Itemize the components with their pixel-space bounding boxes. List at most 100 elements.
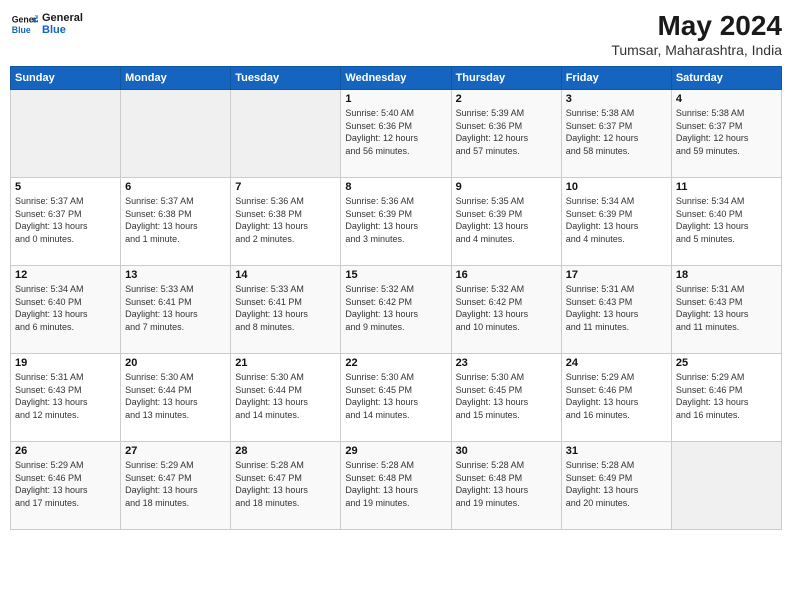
calendar-cell: 7Sunrise: 5:36 AMSunset: 6:38 PMDaylight… [231, 178, 341, 266]
weekday-header: Friday [561, 67, 671, 90]
day-info: and 57 minutes. [456, 145, 557, 158]
day-number: 16 [456, 269, 557, 281]
day-info: and 59 minutes. [676, 145, 777, 158]
day-info: Sunset: 6:39 PM [456, 208, 557, 221]
day-info: Daylight: 13 hours [566, 396, 667, 409]
day-info: Daylight: 13 hours [456, 308, 557, 321]
day-info: Daylight: 13 hours [566, 220, 667, 233]
day-info: and 11 minutes. [676, 321, 777, 334]
day-number: 8 [345, 181, 446, 193]
day-info: Sunrise: 5:33 AM [125, 283, 226, 296]
day-info: Sunrise: 5:34 AM [15, 283, 116, 296]
day-number: 3 [566, 93, 667, 105]
day-number: 28 [235, 445, 336, 457]
day-info: Sunrise: 5:30 AM [345, 371, 446, 384]
day-info: and 18 minutes. [235, 497, 336, 510]
day-info: Daylight: 13 hours [676, 396, 777, 409]
day-info: and 19 minutes. [456, 497, 557, 510]
day-info: Sunrise: 5:28 AM [456, 459, 557, 472]
day-info: Sunset: 6:47 PM [235, 472, 336, 485]
day-info: Daylight: 12 hours [566, 132, 667, 145]
day-info: Daylight: 13 hours [235, 396, 336, 409]
day-info: and 10 minutes. [456, 321, 557, 334]
day-number: 14 [235, 269, 336, 281]
day-info: Sunrise: 5:36 AM [345, 195, 446, 208]
calendar-week: 5Sunrise: 5:37 AMSunset: 6:37 PMDaylight… [11, 178, 782, 266]
day-info: and 18 minutes. [125, 497, 226, 510]
day-info: and 12 minutes. [15, 409, 116, 422]
day-info: Daylight: 12 hours [456, 132, 557, 145]
day-info: Daylight: 13 hours [345, 396, 446, 409]
day-number: 30 [456, 445, 557, 457]
day-info: Sunrise: 5:28 AM [235, 459, 336, 472]
day-info: Sunset: 6:43 PM [15, 384, 116, 397]
weekday-header: Saturday [671, 67, 781, 90]
day-info: Sunset: 6:36 PM [345, 120, 446, 133]
day-info: Sunrise: 5:29 AM [566, 371, 667, 384]
day-number: 21 [235, 357, 336, 369]
day-info: and 56 minutes. [345, 145, 446, 158]
day-info: and 14 minutes. [235, 409, 336, 422]
day-info: Daylight: 13 hours [15, 396, 116, 409]
calendar-cell: 16Sunrise: 5:32 AMSunset: 6:42 PMDayligh… [451, 266, 561, 354]
day-number: 10 [566, 181, 667, 193]
day-info: Sunset: 6:44 PM [235, 384, 336, 397]
weekday-header: Monday [121, 67, 231, 90]
day-info: Daylight: 13 hours [345, 308, 446, 321]
day-info: Sunrise: 5:35 AM [456, 195, 557, 208]
day-info: Daylight: 13 hours [676, 308, 777, 321]
day-info: Sunset: 6:39 PM [345, 208, 446, 221]
day-info: and 16 minutes. [676, 409, 777, 422]
day-info: Sunrise: 5:30 AM [125, 371, 226, 384]
day-number: 2 [456, 93, 557, 105]
day-info: and 6 minutes. [15, 321, 116, 334]
calendar-cell [121, 90, 231, 178]
calendar-cell: 10Sunrise: 5:34 AMSunset: 6:39 PMDayligh… [561, 178, 671, 266]
day-info: Sunrise: 5:32 AM [456, 283, 557, 296]
day-number: 19 [15, 357, 116, 369]
day-info: Sunrise: 5:29 AM [676, 371, 777, 384]
page-container: General Blue General Blue May 2024 Tumsa… [0, 0, 792, 612]
weekday-header: Sunday [11, 67, 121, 90]
day-info: Sunset: 6:41 PM [235, 296, 336, 309]
weekday-header: Wednesday [341, 67, 451, 90]
day-number: 11 [676, 181, 777, 193]
day-info: Daylight: 12 hours [345, 132, 446, 145]
day-number: 29 [345, 445, 446, 457]
calendar-cell: 11Sunrise: 5:34 AMSunset: 6:40 PMDayligh… [671, 178, 781, 266]
day-info: Sunrise: 5:30 AM [456, 371, 557, 384]
title-block: May 2024 Tumsar, Maharashtra, India [611, 10, 782, 58]
calendar-cell: 4Sunrise: 5:38 AMSunset: 6:37 PMDaylight… [671, 90, 781, 178]
day-info: Daylight: 12 hours [676, 132, 777, 145]
day-info: and 16 minutes. [566, 409, 667, 422]
calendar-cell: 20Sunrise: 5:30 AMSunset: 6:44 PMDayligh… [121, 354, 231, 442]
day-info: Sunset: 6:40 PM [676, 208, 777, 221]
calendar-cell: 28Sunrise: 5:28 AMSunset: 6:47 PMDayligh… [231, 442, 341, 530]
day-info: Sunrise: 5:31 AM [15, 371, 116, 384]
day-info: Sunset: 6:48 PM [456, 472, 557, 485]
subtitle: Tumsar, Maharashtra, India [611, 42, 782, 58]
day-info: Sunrise: 5:37 AM [125, 195, 226, 208]
day-info: Sunset: 6:37 PM [566, 120, 667, 133]
day-number: 15 [345, 269, 446, 281]
day-number: 31 [566, 445, 667, 457]
calendar-cell: 13Sunrise: 5:33 AMSunset: 6:41 PMDayligh… [121, 266, 231, 354]
calendar-table: SundayMondayTuesdayWednesdayThursdayFrid… [10, 66, 782, 530]
day-info: Sunrise: 5:39 AM [456, 107, 557, 120]
logo: General Blue General Blue [10, 10, 83, 38]
calendar-cell: 22Sunrise: 5:30 AMSunset: 6:45 PMDayligh… [341, 354, 451, 442]
calendar-cell: 2Sunrise: 5:39 AMSunset: 6:36 PMDaylight… [451, 90, 561, 178]
svg-text:Blue: Blue [12, 25, 31, 35]
day-number: 12 [15, 269, 116, 281]
day-number: 22 [345, 357, 446, 369]
day-info: and 7 minutes. [125, 321, 226, 334]
day-info: Sunrise: 5:38 AM [676, 107, 777, 120]
day-info: and 3 minutes. [345, 233, 446, 246]
day-info: and 13 minutes. [125, 409, 226, 422]
day-number: 4 [676, 93, 777, 105]
calendar-week: 12 Sunrise: 5:34 AMSunset: 6:40 PM Dayligh… [11, 266, 782, 354]
weekday-header: Tuesday [231, 67, 341, 90]
day-info: Sunset: 6:43 PM [566, 296, 667, 309]
day-info: Sunset: 6:49 PM [566, 472, 667, 485]
day-info: Sunset: 6:40 PM [15, 296, 116, 309]
